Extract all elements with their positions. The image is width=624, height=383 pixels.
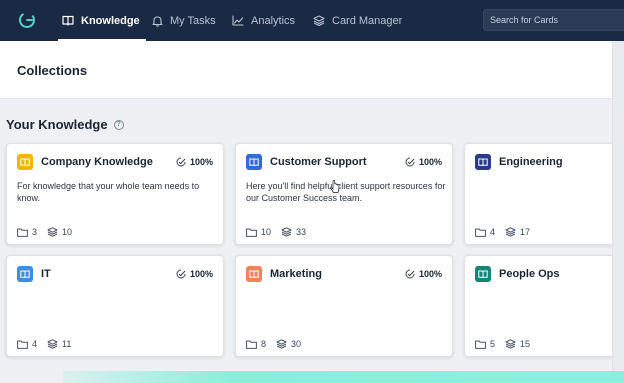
card-stack-icon xyxy=(505,339,516,349)
card-description: Here you'll find helpful client support … xyxy=(246,181,446,203)
guru-logo-icon[interactable] xyxy=(17,10,37,30)
collection-card-company-knowledge[interactable]: Company Knowledge 100% For knowledge tha… xyxy=(6,143,224,245)
verified-check-icon xyxy=(405,269,415,279)
folder-count: 4 xyxy=(32,339,38,349)
folder-count: 3 xyxy=(32,227,38,237)
card-description: For knowledge that your whole team needs… xyxy=(17,181,200,203)
collection-card-marketing[interactable]: Marketing 100% 8 30 xyxy=(235,255,453,357)
verified-percent: 100% xyxy=(405,157,442,167)
verified-check-icon xyxy=(176,157,186,167)
percent-value: 100% xyxy=(418,157,442,167)
card-stack-icon xyxy=(47,227,58,237)
card-header: Engineering xyxy=(475,154,563,170)
card-stack-icon xyxy=(281,227,292,237)
book-icon xyxy=(475,154,491,170)
book-icon xyxy=(62,15,74,26)
book-icon xyxy=(17,266,33,282)
book-icon xyxy=(246,154,262,170)
top-nav: Knowledge My Tasks Analytics Card Manage… xyxy=(0,0,624,41)
folder-icon xyxy=(475,340,486,349)
card-header: Marketing xyxy=(246,266,322,282)
nav-tab-analytics[interactable]: Analytics xyxy=(232,0,295,41)
card-title[interactable]: Company Knowledge xyxy=(41,156,153,168)
collection-card-engineering[interactable]: Engineering 4 17 xyxy=(464,143,612,245)
card-header: People Ops xyxy=(475,266,560,282)
folder-icon xyxy=(475,228,486,237)
nav-tab-card-manager[interactable]: Card Manager xyxy=(313,0,402,41)
mouse-cursor-icon xyxy=(330,180,340,193)
card-stack-icon xyxy=(47,339,58,349)
folder-icon xyxy=(246,340,257,349)
card-count: 11 xyxy=(62,339,72,349)
vertical-scrollbar[interactable] xyxy=(612,41,624,383)
percent-value: 100% xyxy=(189,269,213,279)
page-header: Collections xyxy=(0,41,612,99)
nav-tab-my-tasks[interactable]: My Tasks xyxy=(152,0,216,41)
card-stack-icon xyxy=(313,15,325,26)
folder-icon xyxy=(17,228,28,237)
card-stats: 5 15 xyxy=(475,339,540,349)
card-stats: 3 10 xyxy=(17,227,82,237)
book-icon xyxy=(475,266,491,282)
card-header: Customer Support xyxy=(246,154,367,170)
line-chart-icon xyxy=(232,15,244,26)
verified-percent: 100% xyxy=(176,269,213,279)
card-title[interactable]: Engineering xyxy=(499,156,563,168)
card-stats: 10 33 xyxy=(246,227,316,237)
nav-tab-label: Knowledge xyxy=(81,14,140,27)
verified-percent: 100% xyxy=(405,269,442,279)
bell-icon xyxy=(152,15,163,27)
card-count: 15 xyxy=(520,339,531,349)
nav-tab-label: My Tasks xyxy=(170,14,216,27)
collection-card-customer-support[interactable]: Customer Support 100% Here you'll find h… xyxy=(235,143,453,245)
card-stack-icon xyxy=(505,227,516,237)
card-header: Company Knowledge xyxy=(17,154,153,170)
folder-count: 5 xyxy=(490,339,496,349)
folder-count: 4 xyxy=(490,227,496,237)
card-title[interactable]: IT xyxy=(41,268,51,280)
section-title-text: Your Knowledge xyxy=(6,117,108,132)
percent-value: 100% xyxy=(189,157,213,167)
folder-icon xyxy=(17,340,28,349)
book-icon xyxy=(246,266,262,282)
card-count: 17 xyxy=(520,227,531,237)
section-title-your-knowledge: Your Knowledge ? xyxy=(6,117,124,132)
card-count: 10 xyxy=(62,227,73,237)
card-stats: 8 30 xyxy=(246,339,311,349)
folder-icon xyxy=(246,228,257,237)
card-stack-icon xyxy=(276,339,287,349)
decorative-glow xyxy=(62,371,624,383)
card-count: 33 xyxy=(296,227,307,237)
search-box[interactable] xyxy=(483,9,624,31)
book-icon xyxy=(17,154,33,170)
card-header: IT xyxy=(17,266,51,282)
help-icon[interactable]: ? xyxy=(113,119,124,130)
verified-check-icon xyxy=(176,269,186,279)
card-title[interactable]: Customer Support xyxy=(270,156,367,168)
card-title[interactable]: Marketing xyxy=(270,268,322,280)
percent-value: 100% xyxy=(418,269,442,279)
folder-count: 10 xyxy=(261,227,272,237)
verified-check-icon xyxy=(405,157,415,167)
collection-card-it[interactable]: IT 100% 4 11 xyxy=(6,255,224,357)
nav-tab-knowledge[interactable]: Knowledge xyxy=(58,0,146,41)
card-count: 30 xyxy=(291,339,302,349)
nav-tab-label: Card Manager xyxy=(332,14,403,27)
page-title: Collections xyxy=(17,63,88,78)
card-stats: 4 17 xyxy=(475,227,540,237)
card-title[interactable]: People Ops xyxy=(499,268,560,280)
folder-count: 8 xyxy=(261,339,267,349)
collection-card-people-ops[interactable]: People Ops 5 15 xyxy=(464,255,612,357)
verified-percent: 100% xyxy=(176,157,213,167)
card-stats: 4 11 xyxy=(17,339,81,349)
nav-tab-label: Analytics xyxy=(251,14,296,27)
search-input[interactable] xyxy=(484,10,624,30)
